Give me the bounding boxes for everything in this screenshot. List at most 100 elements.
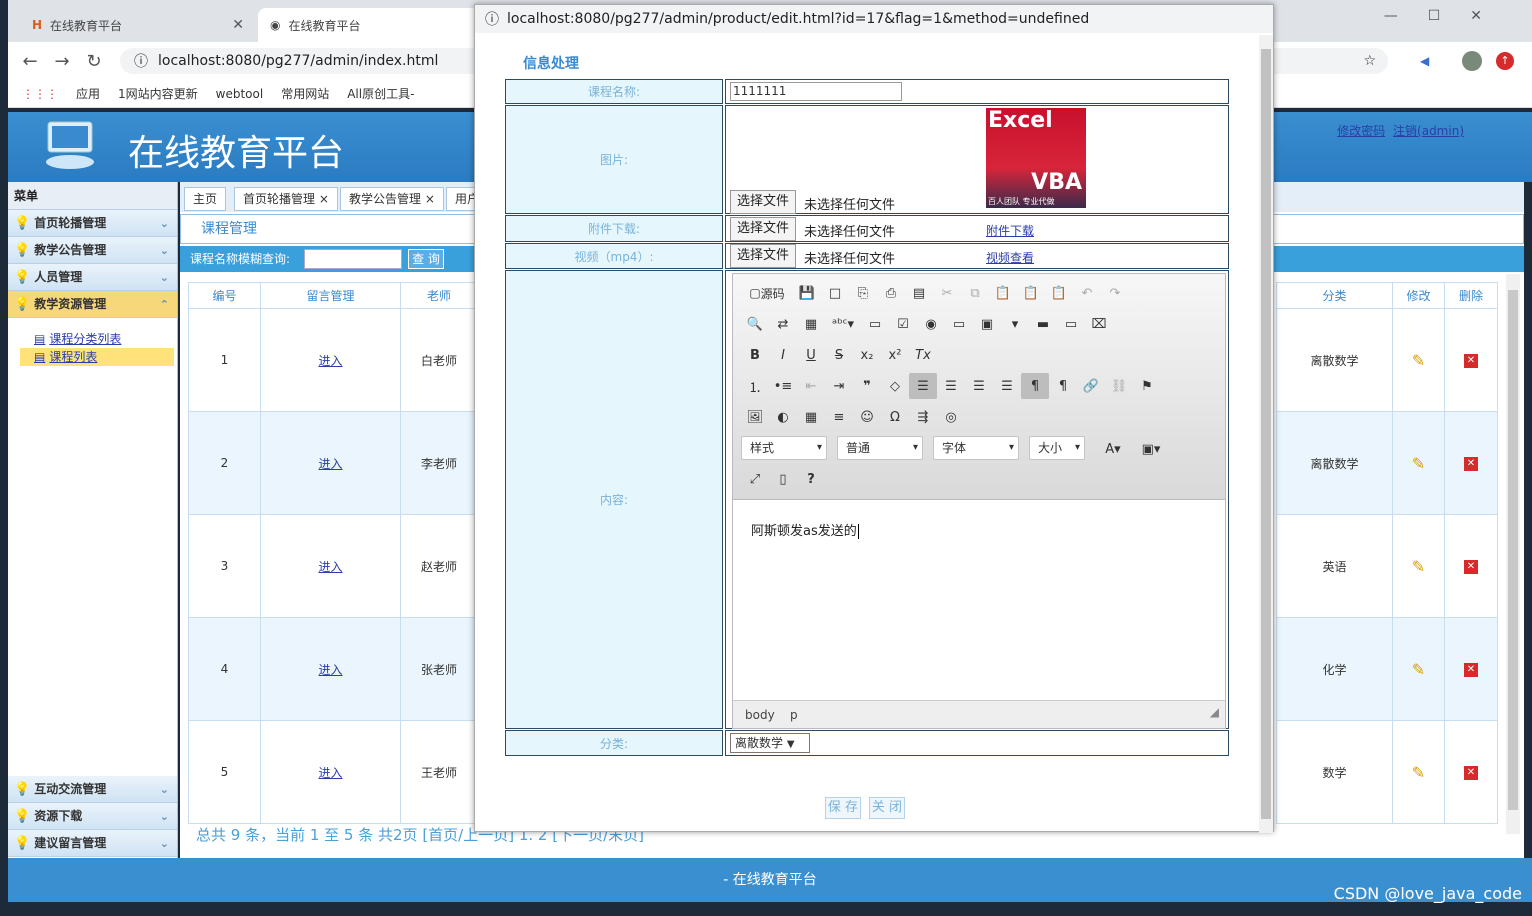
strike-icon[interactable]: S — [825, 342, 853, 368]
choose-image-button[interactable]: 选择文件 — [730, 190, 797, 214]
checkbox-icon[interactable]: ☑ — [889, 311, 917, 337]
browser-tab-2[interactable]: ◉ 在线教育平台 — [258, 8, 494, 42]
delete-icon[interactable]: ✕ — [1464, 766, 1478, 780]
sidebar-sub-course-category[interactable]: ▤ 课程分类列表 — [34, 330, 177, 348]
style-select[interactable]: 样式 — [741, 436, 827, 460]
choose-video-button[interactable]: 选择文件 — [730, 244, 797, 268]
flash-icon[interactable]: ◐ — [769, 404, 797, 430]
bookmark-original-tools[interactable]: All原创工具- — [347, 85, 414, 102]
sidebar-sub-course-list[interactable]: ▤ 课程列表 — [20, 348, 174, 366]
superscript-icon[interactable]: x² — [881, 342, 909, 368]
paste-icon[interactable]: 📋 — [989, 280, 1017, 306]
pencil-icon[interactable]: ✎ — [1412, 660, 1425, 679]
change-password-link[interactable]: 修改密码 — [1337, 124, 1385, 138]
bg-color-icon[interactable]: ▣▾ — [1133, 436, 1169, 462]
special-char-icon[interactable]: Ω — [881, 404, 909, 430]
paste-text-icon[interactable]: 📋 — [1017, 280, 1045, 306]
course-name-input[interactable]: 1111111 — [730, 82, 902, 101]
reload-icon[interactable]: ↻ — [84, 51, 104, 72]
form-icon[interactable]: ▭ — [861, 311, 889, 337]
sidebar-item-carousel[interactable]: 💡 首页轮播管理 ⌄ — [8, 210, 177, 237]
size-select[interactable]: 大小 — [1029, 436, 1085, 460]
sidebar-item-feedback[interactable]: 💡 建议留言管理 ⌄ — [8, 830, 177, 857]
find-icon[interactable]: 🔍 — [741, 311, 769, 337]
textfield-icon[interactable]: ▭ — [945, 311, 973, 337]
link-icon[interactable]: 🔗 — [1077, 373, 1105, 399]
remove-format-icon[interactable]: Tx — [909, 342, 937, 368]
image-button-icon[interactable]: ▭ — [1057, 311, 1085, 337]
close-button[interactable]: 关 闭 — [869, 797, 905, 819]
select-icon[interactable]: ▾ — [1001, 311, 1029, 337]
select-all-icon[interactable]: ▦ — [797, 311, 825, 337]
popup-scrollbar[interactable] — [1259, 35, 1273, 833]
enter-link[interactable]: 进入 — [318, 560, 342, 574]
table-scrollbar[interactable] — [1506, 274, 1520, 834]
video-view-link[interactable]: 视频查看 — [986, 249, 1034, 266]
blockquote-icon[interactable]: ❞ — [853, 373, 881, 399]
justify-icon[interactable]: ☰ — [993, 373, 1021, 399]
undo-icon[interactable]: ↶ — [1073, 280, 1101, 306]
enter-link[interactable]: 进入 — [318, 663, 342, 677]
unlink-icon[interactable]: ⛓ — [1105, 373, 1133, 399]
smiley-icon[interactable]: ☺ — [853, 404, 881, 430]
bookmark-webtool[interactable]: webtool — [216, 87, 264, 101]
sidebar-item-resources[interactable]: 💡 教学资源管理 ⌃ — [8, 291, 177, 318]
update-icon[interactable]: ↑ — [1496, 52, 1514, 70]
enter-link[interactable]: 进入 — [318, 354, 342, 368]
category-select[interactable]: 离散数学 ▼ — [730, 733, 810, 753]
cut-icon[interactable]: ✂ — [933, 280, 961, 306]
show-blocks-icon[interactable]: ▯ — [769, 466, 797, 492]
rtl-icon[interactable]: ¶ — [1049, 373, 1077, 399]
enter-link[interactable]: 进入 — [318, 766, 342, 780]
new-page-icon[interactable]: □ — [821, 280, 849, 306]
tab-home[interactable]: 主页 — [184, 187, 227, 211]
delete-icon[interactable]: ✕ — [1464, 457, 1478, 471]
bookmark-site-update[interactable]: 1网站内容更新 — [118, 85, 198, 102]
editor-content-area[interactable]: 阿斯顿发as发送的 — [733, 500, 1225, 700]
copy-icon[interactable]: ⧉ — [961, 280, 989, 306]
outdent-icon[interactable]: ⇤ — [797, 373, 825, 399]
bookmark-apps[interactable]: 应用 — [76, 85, 100, 102]
anchor-icon[interactable]: ⚑ — [1133, 373, 1161, 399]
maximize-icon[interactable]: ⤢ — [741, 466, 769, 492]
table-icon[interactable]: ▦ — [797, 404, 825, 430]
italic-icon[interactable]: I — [769, 342, 797, 368]
enter-link[interactable]: 进入 — [318, 457, 342, 471]
delete-icon[interactable]: ✕ — [1464, 663, 1478, 677]
sidebar-item-people[interactable]: 💡 人员管理 ⌄ — [8, 264, 177, 291]
pencil-icon[interactable]: ✎ — [1412, 454, 1425, 473]
horizontal-rule-icon[interactable]: ≡ — [825, 404, 853, 430]
underline-icon[interactable]: U — [797, 342, 825, 368]
sidebar-item-downloads[interactable]: 💡 资源下载 ⌄ — [8, 803, 177, 830]
template-icon[interactable]: ▤ — [905, 280, 933, 306]
close-icon[interactable]: × — [319, 192, 329, 206]
redo-icon[interactable]: ↷ — [1101, 280, 1129, 306]
align-center-icon[interactable]: ☰ — [937, 373, 965, 399]
sidebar-item-notice[interactable]: 💡 教学公告管理 ⌄ — [8, 237, 177, 264]
help-icon[interactable]: ? — [797, 466, 825, 492]
resize-handle-icon[interactable]: ◢ — [1210, 698, 1219, 726]
pencil-icon[interactable]: ✎ — [1412, 351, 1425, 370]
image-icon[interactable]: 🖼 — [741, 404, 769, 430]
indent-icon[interactable]: ⇥ — [825, 373, 853, 399]
choose-attachment-button[interactable]: 选择文件 — [730, 217, 797, 241]
search-input[interactable] — [304, 249, 402, 269]
forward-icon[interactable]: → — [52, 51, 72, 72]
replace-icon[interactable]: ⇄ — [769, 311, 797, 337]
path-p[interactable]: p — [790, 708, 798, 722]
div-icon[interactable]: ◇ — [881, 373, 909, 399]
ltr-icon[interactable]: ¶ — [1021, 373, 1049, 399]
paste-word-icon[interactable]: 📋 — [1045, 280, 1073, 306]
close-icon[interactable]: × — [425, 192, 435, 206]
search-button[interactable]: 查 询 — [408, 249, 444, 269]
numbered-list-icon[interactable]: ⒈ — [741, 373, 769, 399]
preview-icon[interactable]: ⎘ — [849, 280, 877, 306]
text-color-icon[interactable]: A▾ — [1095, 436, 1131, 462]
delete-icon[interactable]: ✕ — [1464, 560, 1478, 574]
spellcheck-icon[interactable]: ᵃᵇᶜ▾ — [825, 311, 861, 337]
print-icon[interactable]: ⎙ — [877, 280, 905, 306]
browser-tab-1[interactable]: H 在线教育平台 ✕ — [20, 8, 256, 42]
align-right-icon[interactable]: ☰ — [965, 373, 993, 399]
tab-carousel[interactable]: 首页轮播管理 × — [234, 187, 338, 211]
align-left-icon[interactable]: ☰ — [909, 373, 937, 399]
